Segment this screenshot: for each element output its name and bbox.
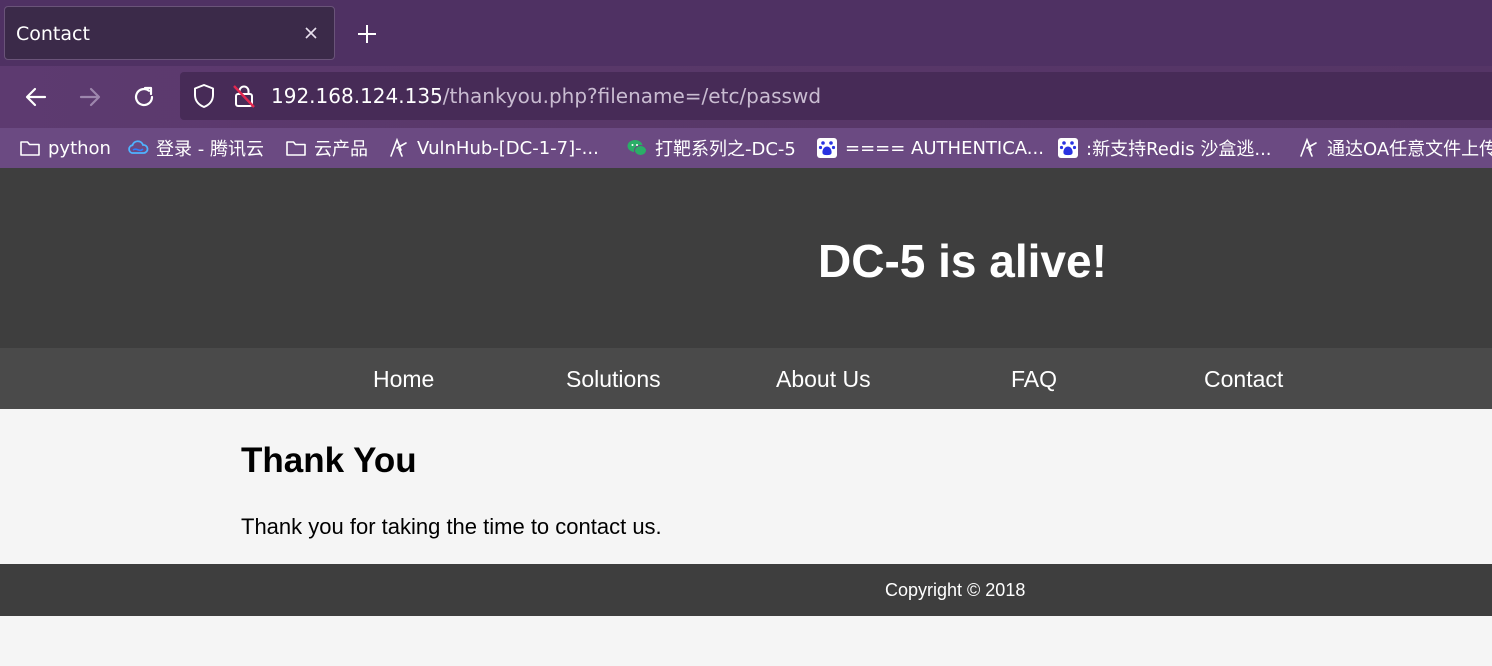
folder-icon <box>286 141 306 156</box>
nav-link-home[interactable]: Home <box>373 366 434 393</box>
copyright-text: Copyright © 2018 <box>885 580 1026 600</box>
thank-you-message: Thank you for taking the time to contact… <box>241 514 662 539</box>
baidu-icon <box>1058 138 1078 158</box>
site-header: DC-5 is alive! <box>0 168 1492 348</box>
bookmark-label: ==== AUTHENTICA... <box>845 137 1044 159</box>
bookmark-vulnhub[interactable]: VulnHub-[DC-1-7]-... <box>388 135 599 161</box>
bookmark-python[interactable]: python <box>19 135 111 161</box>
bookmark-label: 打靶系列之-DC-5 <box>655 139 796 160</box>
site-nav: Home Solutions About Us FAQ Contact <box>0 348 1492 409</box>
page-background <box>0 616 1492 666</box>
plus-icon[interactable] <box>355 22 379 46</box>
url-host: 192.168.124.135 <box>271 84 443 108</box>
site-logo-icon <box>1300 137 1317 157</box>
bookmark-label: VulnHub-[DC-1-7]-... <box>417 137 599 159</box>
tab-strip: Contact <box>0 0 1492 66</box>
tab-title: Contact <box>16 23 90 45</box>
bookmarks-bar: python 登录 - 腾讯云 云产品 VulnHub-[DC-1-7]-...… <box>0 128 1492 168</box>
wechat-icon <box>627 140 647 156</box>
bookmark-cloud-products[interactable]: 云产品 <box>285 135 368 161</box>
bookmark-authentica[interactable]: ==== AUTHENTICA... <box>816 135 1044 161</box>
back-arrow-icon[interactable] <box>22 83 50 111</box>
insecure-lock-icon[interactable] <box>231 83 257 109</box>
bookmark-label: python <box>48 137 111 159</box>
url-path: /thankyou.php?filename=/etc/passwd <box>442 84 822 108</box>
folder-icon <box>20 141 40 156</box>
forward-arrow-icon[interactable] <box>76 83 104 111</box>
site-title: DC-5 is alive! <box>818 235 1107 287</box>
page-heading: Thank You <box>241 441 417 480</box>
baidu-icon <box>817 138 837 158</box>
bookmark-dc5-writeup[interactable]: 打靶系列之-DC-5 <box>626 135 796 161</box>
reload-icon[interactable] <box>130 83 158 111</box>
bookmark-label: 通达OA任意文件上传 <box>1327 139 1492 160</box>
cloud-icon <box>128 140 149 154</box>
bookmark-tencent-cloud-login[interactable]: 登录 - 腾讯云 <box>127 135 264 161</box>
bookmark-label: 登录 - 腾讯云 <box>156 139 264 160</box>
browser-tab[interactable]: Contact <box>4 6 335 60</box>
main-content: Thank You Thank you for taking the time … <box>0 409 1492 564</box>
nav-link-faq[interactable]: FAQ <box>1011 366 1057 393</box>
address-bar[interactable]: 192.168.124.135/thankyou.php?filename=/e… <box>180 72 1492 120</box>
nav-link-about-us[interactable]: About Us <box>776 366 871 393</box>
bookmark-label: 云产品 <box>314 139 368 160</box>
browser-toolbar: 192.168.124.135/thankyou.php?filename=/e… <box>0 66 1492 128</box>
url-text[interactable]: 192.168.124.135/thankyou.php?filename=/e… <box>271 84 821 108</box>
nav-link-contact[interactable]: Contact <box>1204 366 1283 393</box>
bookmark-label: :新支持Redis 沙盒逃... <box>1086 139 1272 160</box>
bookmark-redis-sandbox[interactable]: :新支持Redis 沙盒逃... <box>1057 135 1272 161</box>
nav-link-solutions[interactable]: Solutions <box>566 366 661 393</box>
bookmark-tongda-oa[interactable]: 通达OA任意文件上传 <box>1298 135 1492 161</box>
shield-icon[interactable] <box>191 83 217 109</box>
close-icon[interactable] <box>302 24 320 42</box>
site-footer: Copyright © 2018 <box>0 564 1492 616</box>
site-logo-icon <box>390 137 407 157</box>
